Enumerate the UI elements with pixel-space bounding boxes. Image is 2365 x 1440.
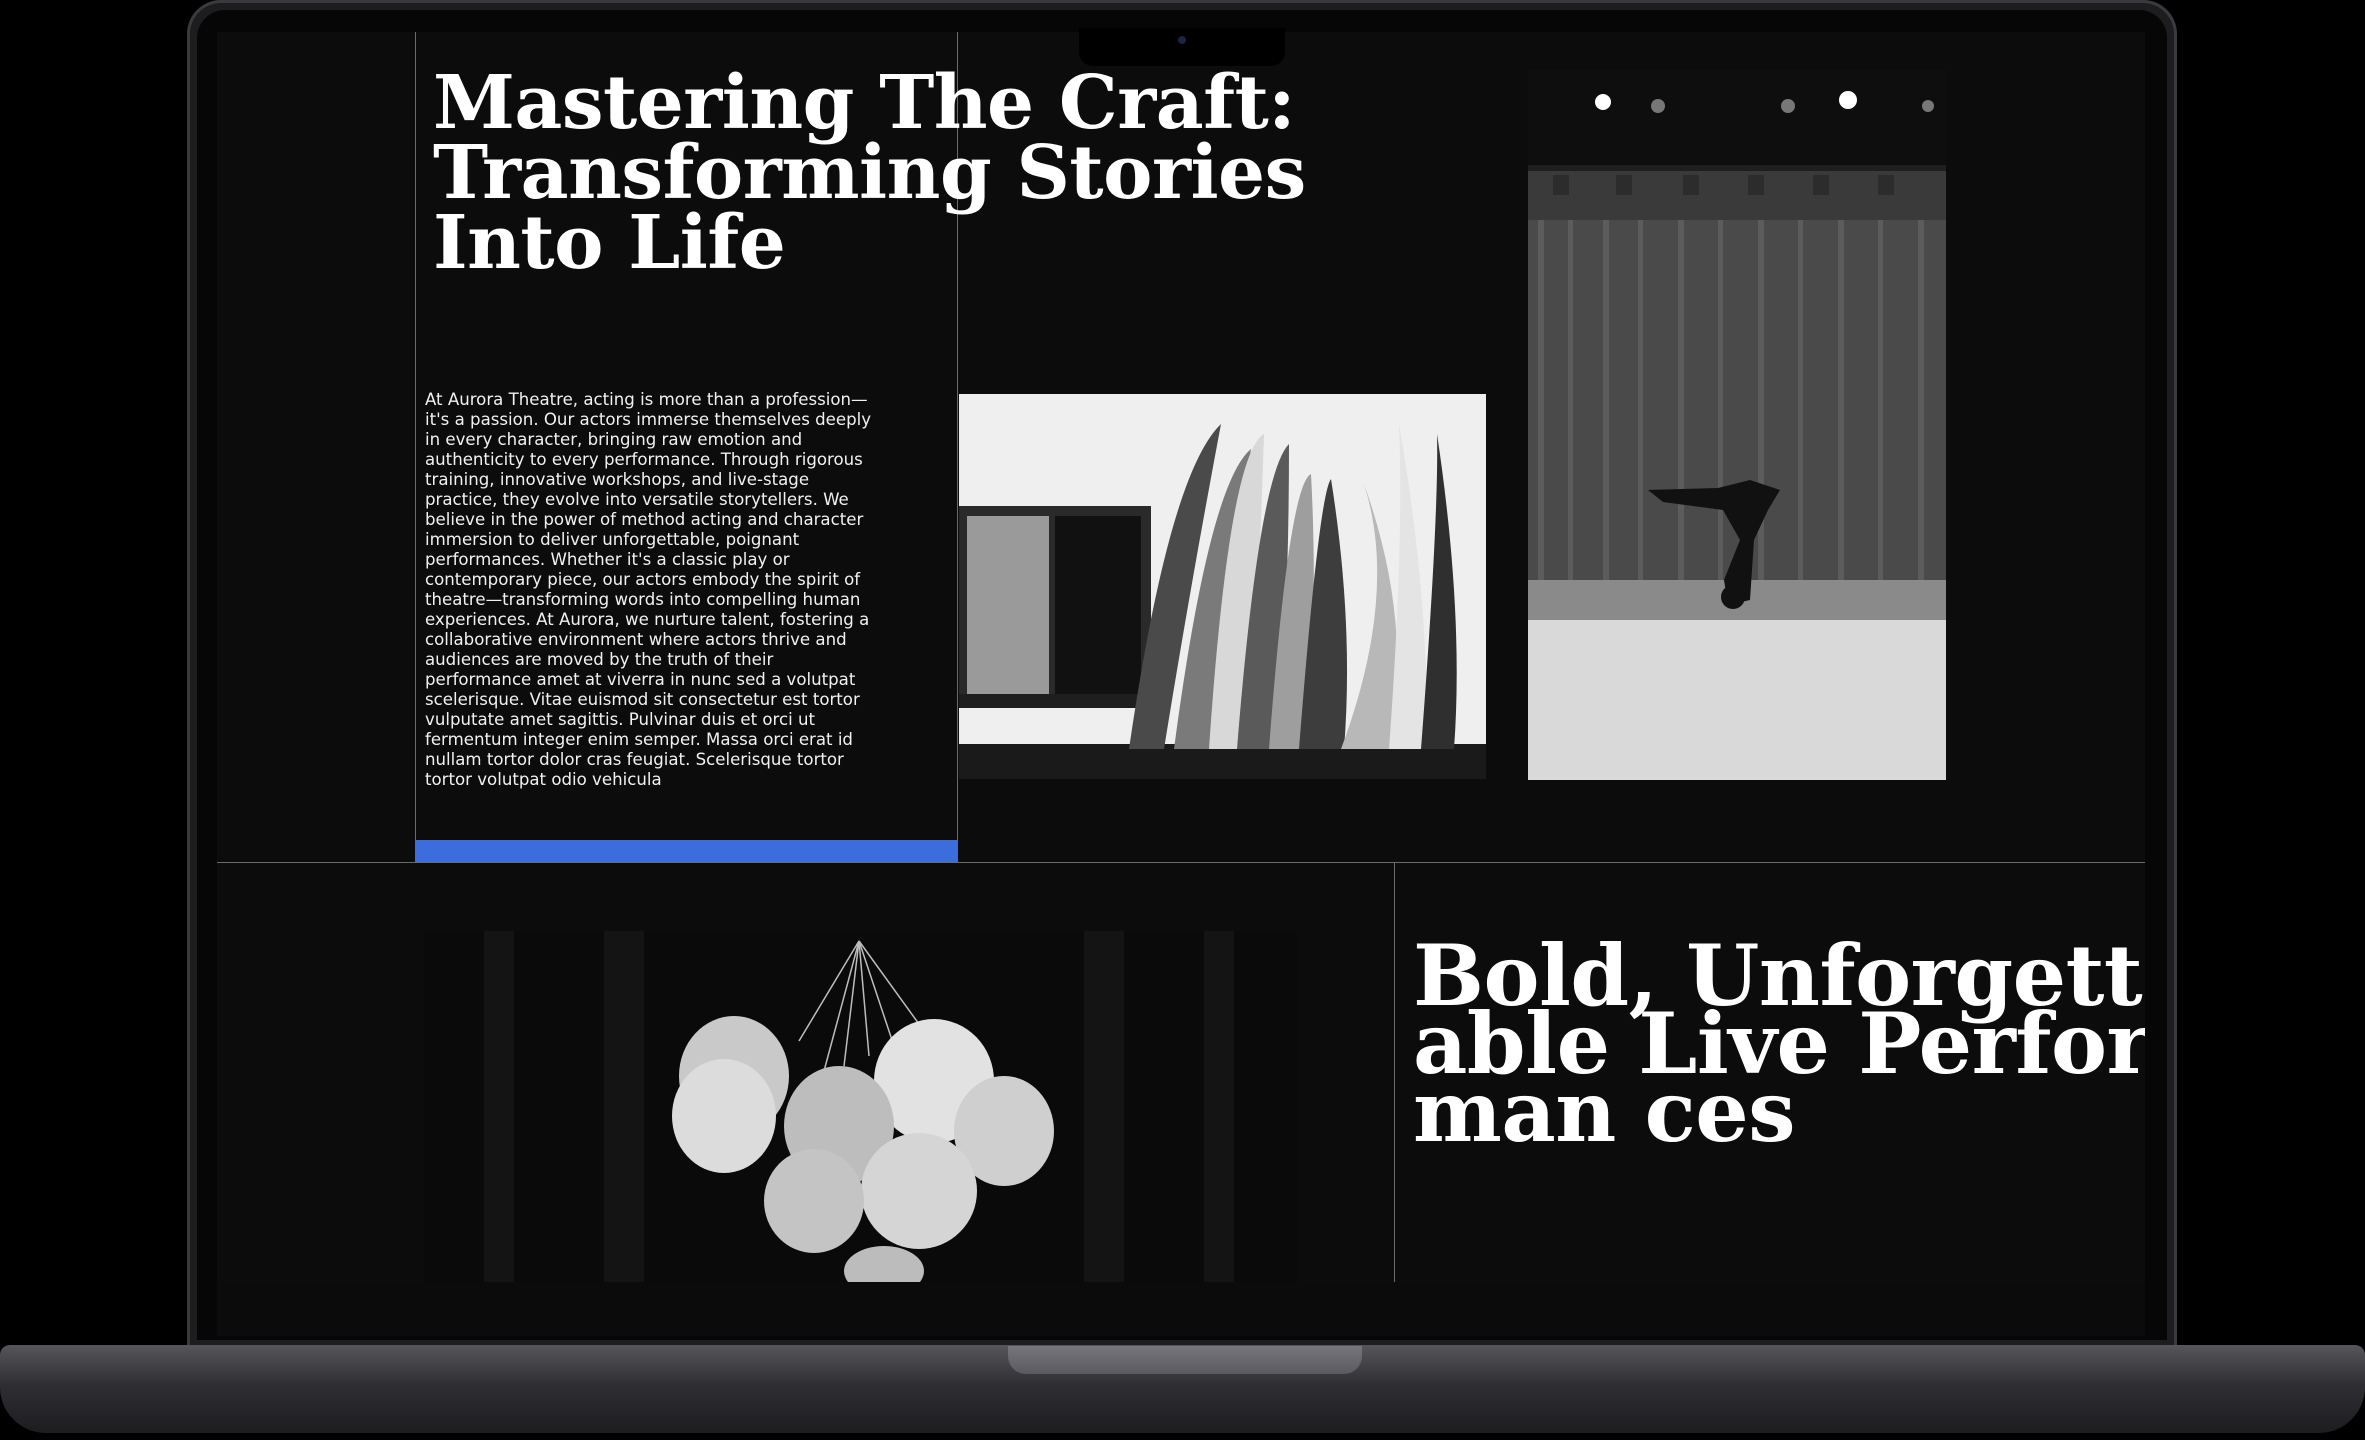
surfboards-image [959, 394, 1486, 779]
hero-title: Mastering The Craft: Transforming Storie… [433, 60, 1306, 286]
performances-title: Bold, Unforgettable Live Performan ces [1413, 926, 2145, 1161]
balloons-image [424, 931, 1297, 1282]
camera-notch [1079, 28, 1285, 66]
hero-left-divider [415, 32, 416, 862]
laptop-opening-notch [1008, 1346, 1362, 1374]
performances-divider [1394, 862, 1395, 1282]
accent-bar [416, 840, 957, 862]
screen-chin [217, 1282, 2145, 1336]
camera-icon [1178, 36, 1186, 44]
section-divider [217, 862, 2145, 863]
hero-body-text: At Aurora Theatre, acting is more than a… [425, 390, 872, 789]
stage-dancer-image [1528, 70, 1946, 780]
website-screen: Mastering The Craft: Transforming Storie… [217, 32, 2145, 1282]
